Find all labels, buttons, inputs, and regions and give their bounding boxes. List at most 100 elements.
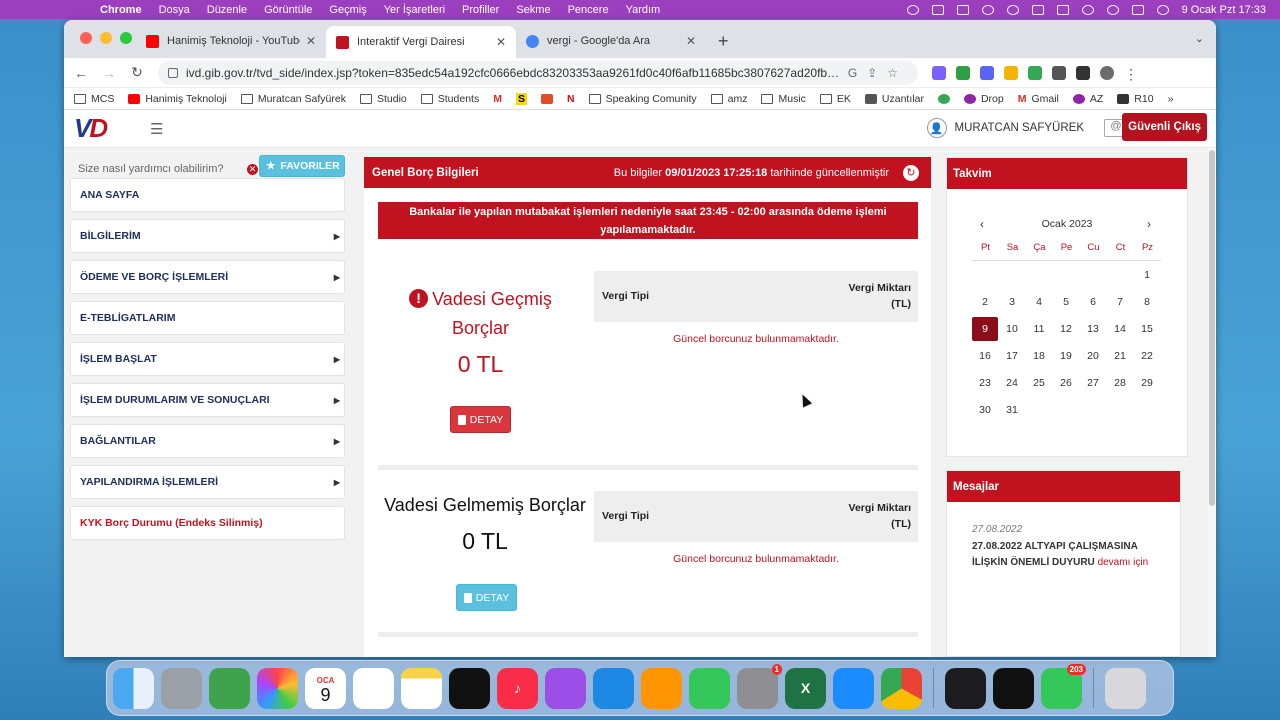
calendar-day[interactable]: 7 — [1107, 290, 1133, 314]
menu-duzenle[interactable]: Düzenle — [207, 4, 247, 16]
tab-google[interactable]: vergi - Google'da Ara ✕ — [516, 26, 706, 56]
finder-icon[interactable] — [113, 667, 154, 709]
calendar-day-today[interactable]: 9 — [972, 317, 998, 341]
favorites-button[interactable]: ★ FAVORILER — [259, 155, 345, 177]
calendar-day[interactable]: 13 — [1080, 317, 1106, 341]
bookmark-ek[interactable]: EK — [819, 93, 851, 105]
bookmark-students[interactable]: Students — [420, 93, 479, 105]
sidebar-item-e-tebligat[interactable]: E-TEBLİGATLARIM — [70, 301, 345, 335]
sidebar-item-odeme-borc[interactable]: ÖDEME VE BORÇ İŞLEMLERİ ▶ — [70, 260, 345, 294]
tab-ivd[interactable]: İnteraktif Vergi Dairesi ✕ — [326, 26, 516, 58]
tab-search-chevron-icon[interactable]: ⌄ — [1195, 32, 1204, 45]
reload-icon[interactable]: ↻ — [130, 64, 144, 81]
clear-search-icon[interactable]: ✕ — [247, 163, 258, 175]
numbers-icon[interactable] — [689, 667, 730, 709]
menu-pencere[interactable]: Pencere — [568, 4, 609, 16]
excel-icon[interactable]: X — [785, 667, 826, 709]
calendar-day[interactable]: 15 — [1134, 317, 1160, 341]
calendar-day[interactable]: 27 — [1080, 371, 1106, 395]
extension-translate-icon[interactable] — [980, 65, 994, 80]
new-tab-icon[interactable]: + — [718, 31, 729, 52]
calendar-day[interactable]: 20 — [1080, 344, 1106, 368]
extension-shield-icon[interactable] — [956, 65, 970, 80]
calendar-day[interactable]: 1 — [1134, 263, 1160, 287]
sidebar-item-ana-sayfa[interactable]: ANA SAYFA — [70, 178, 345, 212]
forward-icon[interactable]: → — [102, 65, 116, 81]
bookmark-green[interactable] — [937, 93, 950, 104]
sidebar-item-yapilandirma[interactable]: YAPILANDIRMA İŞLEMLERİ ▶ — [70, 465, 345, 499]
calendar-day[interactable]: 17 — [999, 344, 1025, 368]
music-icon[interactable]: ♪ — [497, 667, 538, 709]
side-panel-icon[interactable] — [1076, 65, 1090, 80]
calendar-day[interactable]: 29 — [1134, 371, 1160, 395]
bookmark-music[interactable]: Music — [761, 93, 806, 105]
bookmark-mcs[interactable]: MCS — [74, 93, 114, 105]
address-bar[interactable]: ivd.gib.gov.tr/tvd_side/index.jsp?token=… — [158, 60, 918, 85]
calendar-day[interactable]: 25 — [1026, 371, 1052, 395]
calendar-day[interactable]: 31 — [999, 398, 1025, 422]
menu-app-name[interactable]: Chrome — [100, 4, 142, 16]
reminders-icon[interactable] — [353, 667, 394, 709]
back-icon[interactable]: ← — [74, 65, 88, 81]
calendar-day[interactable]: 16 — [972, 344, 998, 368]
calendar-day[interactable]: 19 — [1053, 344, 1079, 368]
calendar-day[interactable]: 6 — [1080, 290, 1106, 314]
podcasts-icon[interactable] — [545, 667, 586, 709]
hamburger-menu-icon[interactable]: ☰ — [150, 120, 163, 138]
play-icon[interactable] — [1006, 4, 1019, 15]
chrome-menu-icon[interactable]: ⋮ — [1124, 65, 1138, 82]
upcoming-detail-button[interactable]: DETAY — [456, 584, 517, 611]
record-icon[interactable] — [906, 4, 919, 15]
lock-icon[interactable] — [168, 67, 178, 78]
launchpad-icon[interactable] — [161, 667, 202, 709]
bookmark-r10[interactable]: R10 — [1117, 93, 1154, 105]
safari-icon[interactable] — [833, 667, 874, 709]
control-center-icon[interactable] — [1131, 4, 1144, 15]
bookmark-hanimis[interactable]: Hanimiş Teknoloji — [128, 93, 227, 105]
battery-icon[interactable] — [1056, 4, 1069, 15]
calendar-next-icon[interactable]: › — [1147, 217, 1151, 231]
keynote-icon[interactable] — [593, 667, 634, 709]
extension-pen-icon[interactable] — [932, 65, 946, 80]
bluetooth-icon[interactable] — [1031, 4, 1044, 15]
bookmark-studio[interactable]: Studio — [359, 93, 407, 105]
calendar-day[interactable]: 14 — [1107, 317, 1133, 341]
close-tab-icon[interactable]: ✕ — [496, 35, 506, 49]
system-settings-icon[interactable]: 1 — [737, 663, 782, 709]
bookmark-amz[interactable]: amz — [710, 93, 747, 105]
spotlight-search-icon[interactable] — [1106, 4, 1119, 15]
extension-leaf-icon[interactable] — [1028, 65, 1042, 80]
bookmarks-overflow-icon[interactable]: » — [1168, 93, 1174, 105]
user-info[interactable]: 👤 MURATCAN SAFYÜREK @ — [926, 118, 1128, 138]
calendar-day[interactable]: 10 — [999, 317, 1025, 341]
calendar-day[interactable]: 26 — [1053, 371, 1079, 395]
sidebar-item-islem-baslat[interactable]: İŞLEM BAŞLAT ▶ — [70, 342, 345, 376]
calendar-day[interactable]: 8 — [1134, 290, 1160, 314]
extensions-puzzle-icon[interactable] — [1052, 65, 1066, 80]
chrome-icon[interactable] — [881, 667, 922, 709]
zoom-window-icon[interactable] — [120, 32, 132, 44]
close-window-icon[interactable] — [80, 32, 92, 44]
photos-icon[interactable] — [257, 667, 298, 709]
calendar-day[interactable]: 5 — [1053, 290, 1079, 314]
calendar-day[interactable]: 23 — [972, 371, 998, 395]
trash-icon[interactable] — [1105, 667, 1146, 709]
capcut-icon[interactable] — [993, 667, 1034, 709]
calendar-day[interactable]: 12 — [1053, 317, 1079, 341]
apple-tv-icon[interactable] — [449, 667, 490, 709]
bookmark-speaking[interactable]: Speaking Comunity — [588, 93, 697, 105]
sidebar-item-baglantilar[interactable]: BAĞLANTILAR ▶ — [70, 424, 345, 458]
calendar-day[interactable]: 22 — [1134, 344, 1160, 368]
menu-profiller[interactable]: Profiller — [462, 4, 499, 16]
profile-avatar[interactable] — [1100, 65, 1114, 80]
sidebar-item-islem-durumlari[interactable]: İŞLEM DURUMLARIM VE SONUÇLARI ▶ — [70, 383, 345, 417]
calendar-day[interactable]: 18 — [1026, 344, 1052, 368]
menu-yardim[interactable]: Yardım — [626, 4, 661, 16]
sidebar-item-kyk[interactable]: KYK Borç Durumu (Endeks Silinmiş) — [70, 506, 345, 540]
calendar-day[interactable]: 2 — [972, 290, 998, 314]
bookmark-s[interactable]: S — [515, 92, 527, 105]
calendar-day[interactable]: 28 — [1107, 371, 1133, 395]
menu-sekme[interactable]: Sekme — [516, 4, 550, 16]
calendar-day[interactable]: 24 — [999, 371, 1025, 395]
messages-icon[interactable]: 203 — [1041, 663, 1086, 709]
